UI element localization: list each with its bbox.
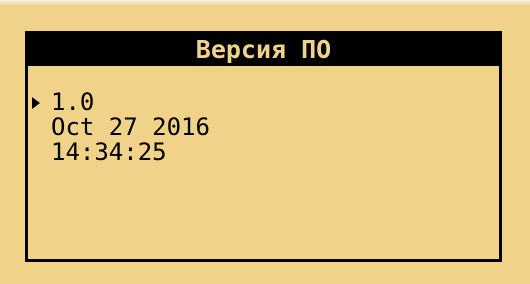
version-info: 1.0 Oct 27 2016 14:34:25 bbox=[32, 90, 492, 165]
build-time: 14:34:25 bbox=[51, 138, 167, 166]
version-row[interactable]: 1.0 bbox=[32, 90, 492, 115]
build-time-row: 14:34:25 bbox=[32, 140, 492, 165]
build-date-row: Oct 27 2016 bbox=[32, 115, 492, 140]
build-date: Oct 27 2016 bbox=[51, 113, 210, 141]
top-edge bbox=[0, 0, 530, 6]
lcd-screen: Версия ПО 1.0 Oct 27 2016 14:34:25 bbox=[25, 31, 502, 262]
selection-arrow-icon bbox=[32, 97, 40, 109]
title-bar: Версия ПО bbox=[28, 34, 499, 66]
version-number: 1.0 bbox=[51, 88, 95, 116]
device-display: Версия ПО 1.0 Oct 27 2016 14:34:25 bbox=[0, 0, 530, 284]
screen-title: Версия ПО bbox=[195, 35, 332, 64]
